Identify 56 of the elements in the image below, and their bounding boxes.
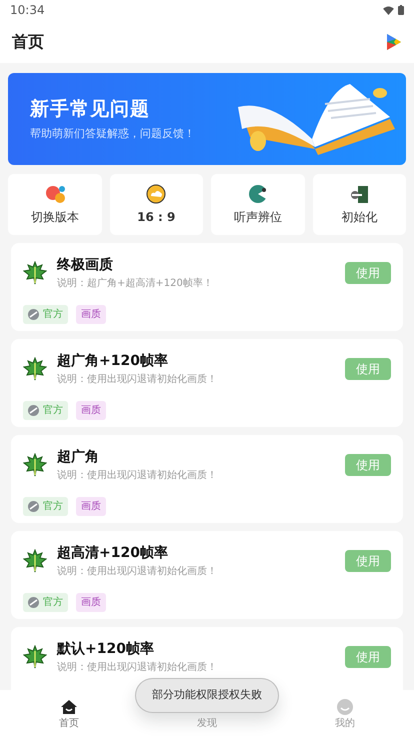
category-tag: 画质: [76, 401, 106, 420]
banner-subtitle: 帮助萌新们答疑解惑，问题反馈！: [30, 126, 196, 142]
badge-icon: [28, 309, 39, 320]
preset-description: 说明：使用出现闪退请初始化画质！: [57, 564, 218, 579]
battery-icon: [398, 5, 404, 15]
page-title: 首页: [12, 30, 44, 52]
tag-label: 官方: [43, 500, 63, 514]
category-tag: 画质: [76, 305, 106, 324]
leaf-icon: [23, 357, 47, 381]
use-button[interactable]: 使用: [345, 454, 391, 476]
badge-icon: [28, 405, 39, 416]
permission-toast: 部分功能权限授权失败: [135, 678, 279, 713]
status-time: 10:34: [10, 2, 45, 19]
leaf-icon: [23, 645, 47, 669]
faq-banner[interactable]: 新手常见问题 帮助萌新们答疑解惑，问题反馈！: [8, 73, 406, 165]
leaf-icon: [23, 453, 47, 477]
category-tag: 画质: [76, 593, 106, 612]
use-button[interactable]: 使用: [345, 550, 391, 572]
tag-label: 官方: [43, 308, 63, 322]
wifi-icon: [383, 6, 394, 14]
use-button[interactable]: 使用: [345, 646, 391, 668]
shortcut-tile[interactable]: 听声辨位: [211, 174, 304, 235]
preset-description: 说明：超广角+超高清+120帧率！: [57, 276, 214, 291]
preset-description: 说明：使用出现闪退请初始化画质！: [57, 468, 218, 483]
category-tag: 画质: [76, 497, 106, 516]
home-icon: [61, 699, 77, 715]
cloud-icon: [146, 184, 166, 204]
tile-label: 初始化: [341, 208, 378, 226]
preset-description: 说明：使用出现闪退请初始化画质！: [57, 660, 218, 675]
nav-tab[interactable]: 我的: [276, 690, 414, 736]
shortcut-tile[interactable]: 16 : 9: [110, 174, 203, 235]
tile-label: 16 : 9: [137, 208, 176, 226]
play-icon[interactable]: [386, 32, 402, 50]
door-icon: [349, 184, 370, 204]
shortcut-tile[interactable]: 初始化: [312, 174, 406, 235]
shortcut-tile[interactable]: 切换版本: [8, 174, 102, 235]
preset-title: 超广角+120帧率: [57, 352, 169, 371]
leaf-icon: [23, 261, 47, 285]
badge-icon: [28, 501, 39, 512]
badge-icon: [28, 597, 39, 608]
banner-title: 新手常见问题: [30, 97, 151, 122]
leaf-icon: [23, 549, 47, 573]
tile-label: 听声辨位: [234, 208, 282, 226]
preset-title: 终极画质: [57, 256, 114, 275]
preset-title: 默认+120帧率: [57, 640, 155, 659]
preset-description: 说明：使用出现闪退请初始化画质！: [57, 372, 218, 387]
tile-label: 切换版本: [30, 208, 79, 226]
nav-tab[interactable]: 首页: [0, 690, 138, 736]
preset-title: 超高清+120帧率: [57, 544, 169, 563]
use-button[interactable]: 使用: [345, 358, 391, 380]
use-button[interactable]: 使用: [345, 262, 391, 284]
tag-label: 官方: [43, 596, 63, 610]
preset-title: 超广角: [57, 448, 100, 467]
bubbles-icon: [44, 184, 65, 204]
tag-label: 官方: [43, 404, 63, 418]
profile-icon: [337, 699, 353, 715]
